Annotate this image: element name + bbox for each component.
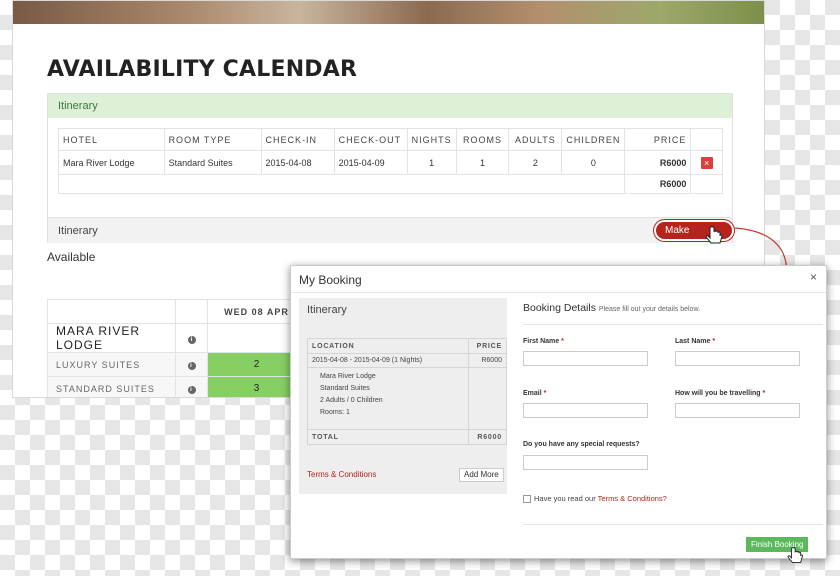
col-price: PRICE bbox=[624, 128, 692, 151]
room-name-luxury-suites: LUXURY SUITES bbox=[47, 352, 176, 377]
modal-divider bbox=[291, 292, 826, 293]
stay-room: Standard Suites bbox=[320, 385, 370, 392]
delete-cell: × bbox=[690, 150, 723, 175]
travelling-field[interactable] bbox=[675, 403, 800, 418]
rooms-cell: 1 bbox=[455, 150, 510, 175]
terms-checkbox[interactable] bbox=[523, 495, 531, 503]
lodge-name: MARA RIVER LODGE bbox=[47, 323, 176, 353]
hand-cursor-icon bbox=[705, 226, 723, 244]
stay-price: R6000 bbox=[468, 353, 507, 368]
hero-image bbox=[13, 1, 764, 24]
col-rooms: ROOMS bbox=[455, 128, 510, 151]
close-icon[interactable]: × bbox=[810, 270, 817, 284]
stay-guests: 2 Adults / 0 Children bbox=[320, 397, 383, 404]
first-name-field[interactable] bbox=[523, 351, 648, 366]
itinerary-table-header: HOTEL ROOM TYPE CHECK-IN CHECK-OUT NIGHT… bbox=[58, 128, 723, 151]
last-name-field[interactable] bbox=[675, 351, 800, 366]
nights-cell: 1 bbox=[406, 150, 457, 175]
last-name-label: Last Name * bbox=[675, 338, 716, 345]
hand-cursor-icon bbox=[787, 547, 803, 563]
itinerary-table: HOTEL ROOM TYPE CHECK-IN CHECK-OUT NIGHT… bbox=[57, 128, 723, 194]
info-icon[interactable]: i bbox=[187, 386, 196, 394]
terms-checkbox-label: Have you read our Terms & Conditions? bbox=[534, 494, 667, 503]
total-value: R6000 bbox=[468, 429, 507, 445]
col-nights: NIGHTS bbox=[406, 128, 457, 151]
modal-itinerary-panel: Itinerary LOCATION PRICE 2015-04-08 - 20… bbox=[299, 298, 507, 494]
terms-checkbox-link[interactable]: Terms & Conditions? bbox=[598, 494, 667, 503]
itinerary-row: Mara River Lodge Standard Suites 2015-04… bbox=[58, 150, 723, 175]
itinerary-footer-label: Itinerary bbox=[58, 225, 98, 237]
travelling-label: How will you be travelling * bbox=[675, 390, 766, 397]
col-check-in: CHECK-IN bbox=[260, 128, 335, 151]
check-out-cell: 2015-04-09 bbox=[333, 150, 408, 175]
price-header: PRICE bbox=[468, 338, 507, 354]
itinerary-total-row: R6000 bbox=[57, 174, 723, 194]
col-children: CHILDREN bbox=[561, 128, 626, 151]
col-room-type: ROOM TYPE bbox=[163, 128, 262, 151]
itinerary-panel: Itinerary HOTEL ROOM TYPE CHECK-IN CHECK… bbox=[47, 93, 733, 253]
total-price: R6000 bbox=[624, 174, 692, 194]
delete-icon[interactable]: × bbox=[700, 156, 713, 169]
stay-dates: 2015-04-08 - 2015-04-09 (1 Nights) bbox=[307, 353, 469, 368]
col-hotel: HOTEL bbox=[58, 128, 165, 151]
room-type-cell: Standard Suites bbox=[163, 150, 262, 175]
col-adults: ADULTS bbox=[508, 128, 563, 151]
email-field[interactable] bbox=[523, 403, 648, 418]
page-title: AVAILABILITY CALENDAR bbox=[47, 57, 358, 82]
booking-modal: My Booking × Itinerary LOCATION PRICE 20… bbox=[290, 265, 827, 559]
add-more-button[interactable]: Add More bbox=[459, 468, 504, 482]
total-label: TOTAL bbox=[307, 429, 469, 445]
stay-details: Mara River Lodge Standard Suites 2 Adult… bbox=[307, 367, 469, 430]
terms-link[interactable]: Terms & Conditions bbox=[307, 470, 376, 479]
modal-title: My Booking bbox=[299, 273, 362, 287]
modal-itinerary-table: LOCATION PRICE 2015-04-08 - 2015-04-09 (… bbox=[307, 338, 507, 445]
itinerary-footer: Itinerary Make Booking bbox=[48, 217, 732, 253]
first-name-label: First Name * bbox=[523, 338, 564, 345]
modal-bottom-divider bbox=[523, 524, 823, 525]
details-divider bbox=[523, 324, 823, 325]
booking-details-heading: Booking Details bbox=[523, 302, 596, 314]
stay-lodge: Mara River Lodge bbox=[320, 373, 376, 380]
hotel-cell: Mara River Lodge bbox=[58, 150, 165, 175]
check-in-cell: 2015-04-08 bbox=[260, 150, 335, 175]
adults-cell: 2 bbox=[508, 150, 563, 175]
col-check-out: CHECK-OUT bbox=[333, 128, 408, 151]
available-heading: Available bbox=[47, 250, 96, 264]
room-name-standard-suites: STANDARD SUITES bbox=[47, 376, 176, 397]
requests-label: Do you have any special requests? bbox=[523, 441, 640, 448]
children-cell: 0 bbox=[561, 150, 626, 175]
info-icon[interactable]: i bbox=[187, 362, 196, 370]
email-label: Email * bbox=[523, 390, 547, 397]
location-header: LOCATION bbox=[307, 338, 469, 354]
info-icon[interactable]: i bbox=[187, 335, 196, 344]
col-actions bbox=[690, 128, 723, 151]
itinerary-header: Itinerary bbox=[48, 94, 732, 118]
requests-field[interactable] bbox=[523, 455, 648, 470]
price-cell: R6000 bbox=[624, 150, 692, 175]
booking-details-hint: Please fill out your details below. bbox=[598, 306, 701, 313]
booking-details-title: Booking Details Please fill out your det… bbox=[523, 302, 700, 314]
modal-itinerary-title: Itinerary bbox=[307, 304, 347, 316]
stay-rooms: Rooms: 1 bbox=[320, 409, 350, 416]
